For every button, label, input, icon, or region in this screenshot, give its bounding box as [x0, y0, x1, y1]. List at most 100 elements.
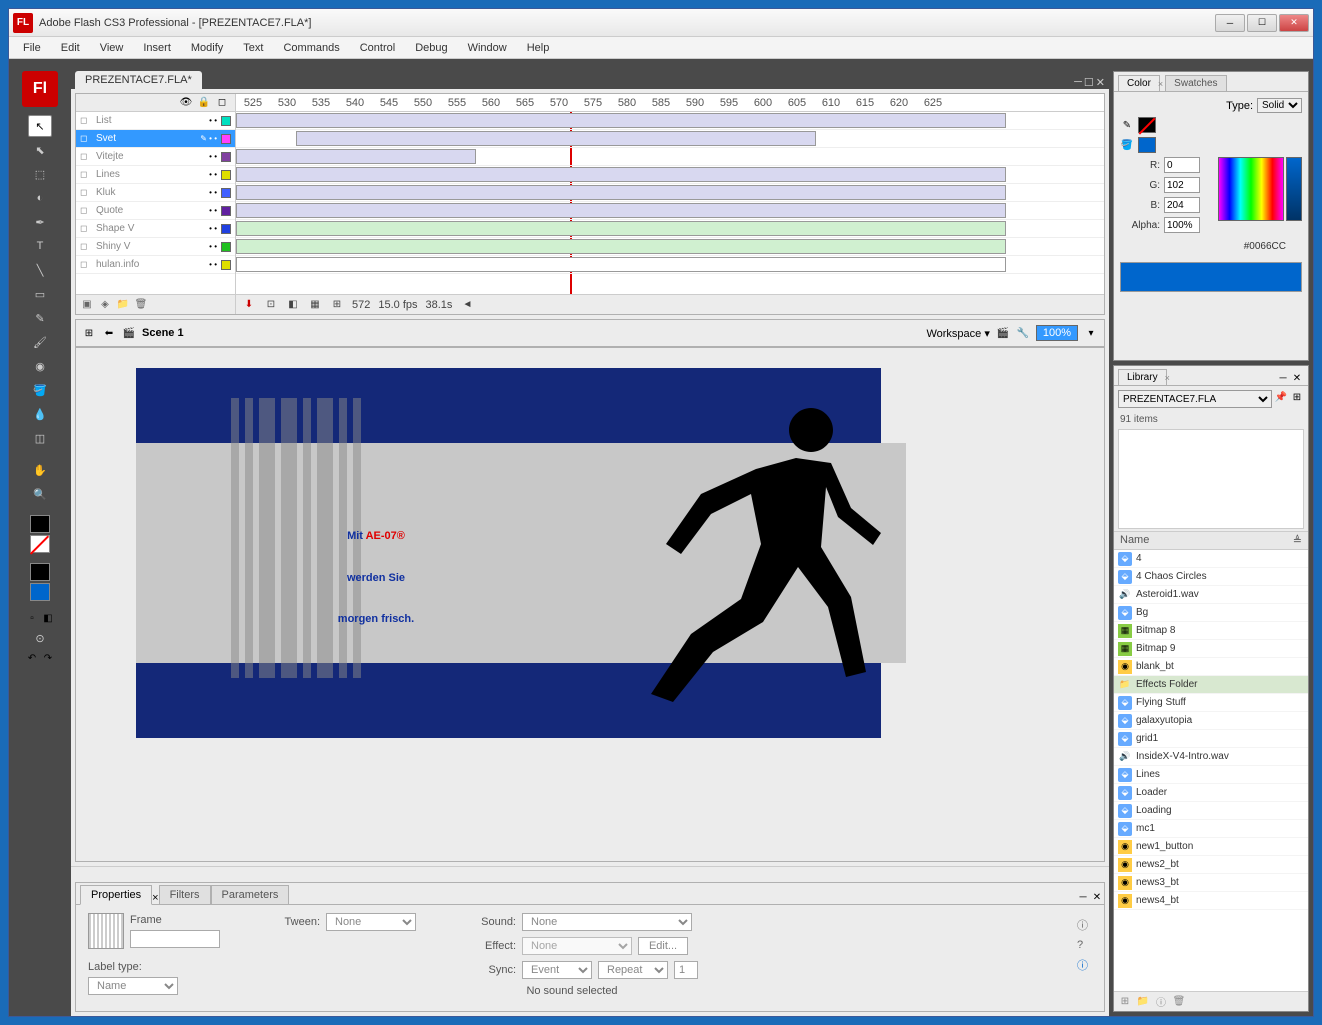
- zoom-level[interactable]: 100%: [1036, 325, 1078, 341]
- edit-multi-icon[interactable]: ⊞: [330, 298, 344, 312]
- tab-properties[interactable]: Properties: [80, 885, 152, 905]
- tween-select[interactable]: None: [326, 913, 416, 931]
- stroke-icon[interactable]: ✎: [1120, 118, 1134, 132]
- eraser-tool[interactable]: ◫: [28, 427, 52, 449]
- scene-name[interactable]: Scene 1: [142, 327, 184, 339]
- library-item[interactable]: ⬙4: [1114, 550, 1308, 568]
- new-symbol-button[interactable]: ⊞: [1118, 995, 1132, 1009]
- new-layer-button[interactable]: ▣: [80, 298, 94, 312]
- delete-layer-button[interactable]: 🗑: [134, 298, 148, 312]
- pen-tool[interactable]: ✒: [28, 211, 52, 233]
- menu-modify[interactable]: Modify: [183, 40, 231, 56]
- menu-file[interactable]: File: [15, 40, 49, 56]
- back-icon[interactable]: ⬅: [102, 326, 116, 340]
- maximize-button[interactable]: ☐: [1247, 14, 1277, 32]
- edit-button[interactable]: Edit...: [638, 937, 688, 955]
- option-icon[interactable]: ▫: [25, 611, 39, 625]
- option-icon[interactable]: ◧: [41, 611, 55, 625]
- menu-insert[interactable]: Insert: [135, 40, 179, 56]
- properties-button[interactable]: ⓘ: [1154, 995, 1168, 1009]
- frame-name-input[interactable]: [130, 930, 220, 948]
- option-icon[interactable]: ↶: [25, 651, 39, 665]
- menu-window[interactable]: Window: [460, 40, 515, 56]
- library-item[interactable]: ◉news4_bt: [1114, 892, 1308, 910]
- library-item[interactable]: ⬙mc1: [1114, 820, 1308, 838]
- close-button[interactable]: ✕: [1279, 14, 1309, 32]
- menu-control[interactable]: Control: [352, 40, 403, 56]
- library-item[interactable]: ◉news3_bt: [1114, 874, 1308, 892]
- stage[interactable]: Mit AE-07® werden Sie morgen frisch.: [75, 347, 1105, 862]
- paint-bucket-tool[interactable]: 🪣: [28, 379, 52, 401]
- menu-edit[interactable]: Edit: [53, 40, 88, 56]
- accessibility-icon[interactable]: ⓘ: [1077, 957, 1088, 973]
- name-column-header[interactable]: Name: [1120, 534, 1293, 547]
- ink-bottle-tool[interactable]: ◉: [28, 355, 52, 377]
- layer-row[interactable]: ◻Shape V• •: [76, 220, 235, 238]
- menu-text[interactable]: Text: [235, 40, 271, 56]
- library-item[interactable]: ⬙4 Chaos Circles: [1114, 568, 1308, 586]
- tab-library[interactable]: Library: [1118, 369, 1167, 385]
- library-item[interactable]: ▦Bitmap 8: [1114, 622, 1308, 640]
- lasso-tool[interactable]: ◐: [28, 187, 52, 209]
- lock-icon[interactable]: 🔒: [197, 96, 211, 110]
- line-tool[interactable]: ╲: [28, 259, 52, 281]
- layer-row[interactable]: ◻Lines• •: [76, 166, 235, 184]
- tab-color[interactable]: Color: [1118, 75, 1160, 91]
- alpha-input[interactable]: [1164, 217, 1200, 233]
- library-item[interactable]: ⬙Loader: [1114, 784, 1308, 802]
- doc-minimize-button[interactable]: ─: [1074, 76, 1082, 89]
- tab-filters[interactable]: Filters: [159, 885, 211, 904]
- horizontal-scrollbar[interactable]: [71, 866, 1109, 882]
- text-tool[interactable]: T: [28, 235, 52, 257]
- selection-tool[interactable]: ↖: [28, 115, 52, 137]
- repeat-count-input[interactable]: [674, 961, 698, 979]
- layer-row[interactable]: ◻Quote• •: [76, 202, 235, 220]
- sync-select[interactable]: Event: [522, 961, 592, 979]
- free-transform-tool[interactable]: ⬚: [28, 163, 52, 185]
- help-icon[interactable]: ⓘ: [1077, 917, 1088, 933]
- pencil-tool[interactable]: ✎: [28, 307, 52, 329]
- new-folder-button[interactable]: 📁: [116, 298, 130, 312]
- layer-row[interactable]: ◻List• •: [76, 112, 235, 130]
- library-item[interactable]: 🔊Asteroid1.wav: [1114, 586, 1308, 604]
- panel-min-icon[interactable]: ─: [1076, 890, 1090, 904]
- library-item[interactable]: ◉news2_bt: [1114, 856, 1308, 874]
- library-item[interactable]: ⬙galaxyutopia: [1114, 712, 1308, 730]
- new-guide-button[interactable]: ◈: [98, 298, 112, 312]
- timeline-ruler[interactable]: 5255305355405455505555605655705755805855…: [236, 94, 1104, 111]
- titlebar[interactable]: FL Adobe Flash CS3 Professional - [PREZE…: [9, 9, 1313, 37]
- r-input[interactable]: [1164, 157, 1200, 173]
- outline-icon[interactable]: ◻: [215, 96, 229, 110]
- hue-slider[interactable]: [1286, 157, 1302, 221]
- new-folder-button[interactable]: 📁: [1136, 995, 1150, 1009]
- label-type-select[interactable]: Name: [88, 977, 178, 995]
- eyedropper-tool[interactable]: 💧: [28, 403, 52, 425]
- new-lib-icon[interactable]: ⊞: [1290, 390, 1304, 404]
- tab-swatches[interactable]: Swatches: [1165, 75, 1226, 91]
- tab-parameters[interactable]: Parameters: [211, 885, 290, 904]
- document-tab[interactable]: PREZENTACE7.FLA*: [75, 71, 202, 89]
- library-item[interactable]: 🔊InsideX-V4-Intro.wav: [1114, 748, 1308, 766]
- menu-debug[interactable]: Debug: [407, 40, 455, 56]
- edit-symbol-button[interactable]: 🔧: [1016, 326, 1030, 340]
- frames-area[interactable]: [236, 112, 1104, 294]
- bw-swap[interactable]: [30, 563, 50, 581]
- library-item[interactable]: 📁Effects Folder: [1114, 676, 1308, 694]
- delete-button[interactable]: 🗑: [1172, 995, 1186, 1009]
- sort-icon[interactable]: ≜: [1293, 534, 1302, 547]
- minimize-button[interactable]: ─: [1215, 14, 1245, 32]
- zoom-tool[interactable]: 🔍: [28, 483, 52, 505]
- fill-icon[interactable]: 🪣: [1120, 138, 1134, 152]
- onion-outline-icon[interactable]: ▦: [308, 298, 322, 312]
- layer-row[interactable]: ◻Vitejte• •: [76, 148, 235, 166]
- layer-row[interactable]: ◻Kluk• •: [76, 184, 235, 202]
- layer-row[interactable]: ◻Shiny V• •: [76, 238, 235, 256]
- b-input[interactable]: [1164, 197, 1200, 213]
- menu-view[interactable]: View: [92, 40, 132, 56]
- doc-restore-button[interactable]: ☐: [1084, 76, 1094, 89]
- center-frame-icon[interactable]: ⊡: [264, 298, 278, 312]
- snap-tool[interactable]: ⊙: [28, 627, 52, 649]
- workspace-menu[interactable]: Workspace ▾: [926, 327, 989, 340]
- menu-commands[interactable]: Commands: [275, 40, 347, 56]
- fill-type-select[interactable]: Solid: [1257, 98, 1302, 113]
